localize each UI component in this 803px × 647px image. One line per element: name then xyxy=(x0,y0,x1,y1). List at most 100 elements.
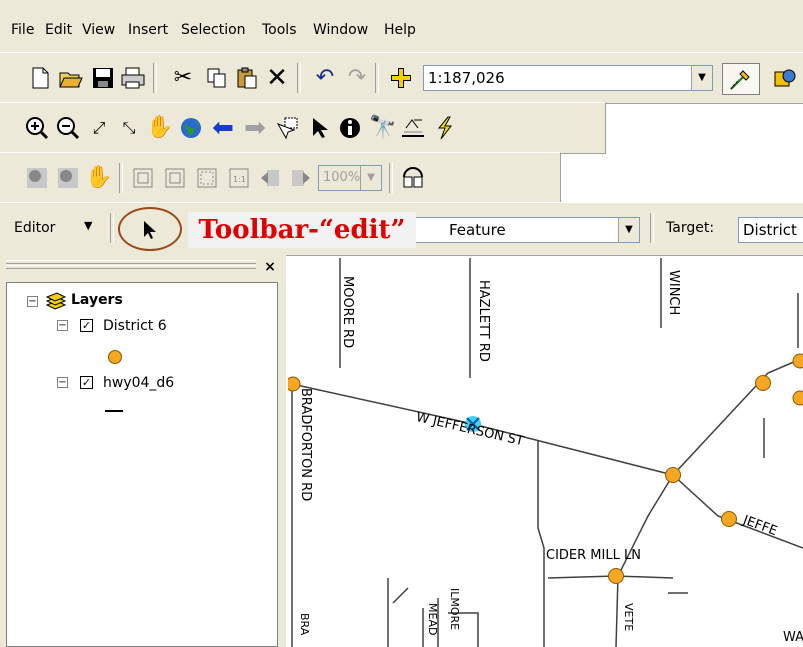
layers-root-label[interactable]: Layers xyxy=(71,292,123,308)
road-label: ILMORE xyxy=(448,588,461,631)
redo-icon[interactable]: ↷ xyxy=(344,65,370,91)
chevron-down-icon[interactable]: ▼ xyxy=(84,219,92,232)
menu-window[interactable]: Window xyxy=(313,22,368,38)
print-icon[interactable] xyxy=(120,65,146,91)
svg-text:1:1: 1:1 xyxy=(233,175,246,184)
map-view[interactable]: MOORE RD HAZLETT RD WINCH W JEFFERSON ST… xyxy=(288,258,803,647)
pan-icon[interactable]: ✋ xyxy=(146,115,173,141)
paste-icon[interactable] xyxy=(234,65,260,91)
road-label: BRA xyxy=(298,613,311,636)
target-combo[interactable]: District xyxy=(738,217,803,243)
task-value: Feature xyxy=(449,221,506,239)
toggle-draft-mode-icon[interactable] xyxy=(400,165,426,191)
map-canvas[interactable] xyxy=(288,258,803,647)
save-icon[interactable] xyxy=(90,65,116,91)
map-scale-value: 1:187,026 xyxy=(428,69,505,87)
open-icon[interactable] xyxy=(58,65,84,91)
zoom-out-page-icon[interactable] xyxy=(55,165,81,191)
forward-icon[interactable]: ➡ xyxy=(242,115,268,141)
toolbar-separator xyxy=(389,163,393,193)
chevron-down-icon[interactable]: ▼ xyxy=(360,166,381,190)
chevron-down-icon[interactable]: ▼ xyxy=(618,218,639,242)
toc-title-bar: × xyxy=(0,254,286,280)
cut-icon[interactable]: ✂ xyxy=(170,65,196,91)
fixed-zoom-in-icon[interactable]: ⤢ xyxy=(86,115,112,141)
zoom-percent-combo[interactable]: 100% ▼ xyxy=(318,165,382,191)
toc-grip[interactable] xyxy=(6,260,256,264)
arccatalog-icon[interactable] xyxy=(772,65,798,91)
road-label: WA xyxy=(783,630,803,645)
menu-bar: File Edit View Insert Selection Tools Wi… xyxy=(0,0,803,52)
layer-visibility-checkbox[interactable]: ✓ xyxy=(80,376,93,389)
zoom-100-icon[interactable]: 1:1 xyxy=(226,165,252,191)
road-label: HAZLETT RD xyxy=(476,280,491,362)
fixed-zoom-in-page-icon[interactable] xyxy=(130,165,156,191)
fixed-zoom-out-icon[interactable]: ⤡ xyxy=(116,115,142,141)
toolbar-separator xyxy=(110,213,114,243)
toolbar-separator xyxy=(297,63,301,93)
map-scale-combo[interactable]: 1:187,026 ▼ xyxy=(423,65,713,91)
add-data-icon[interactable] xyxy=(388,65,414,91)
toolbar-separator xyxy=(650,213,654,243)
menu-edit[interactable]: Edit xyxy=(45,22,72,38)
chevron-down-icon[interactable]: ▼ xyxy=(691,66,712,90)
standard-toolbar: ✂ ✕ ↶ ↷ 1:187,026 ▼ xyxy=(0,52,803,104)
target-label: Target: xyxy=(666,220,715,236)
zoom-percent-value: 100% xyxy=(323,170,361,185)
layers-icon xyxy=(45,291,67,315)
fixed-zoom-out-page-icon[interactable] xyxy=(162,165,188,191)
task-combo[interactable]: Feature ▼ xyxy=(400,217,640,243)
menu-help[interactable]: Help xyxy=(384,22,416,38)
toolbar-separator xyxy=(375,63,379,93)
toc-grip xyxy=(6,265,256,269)
road-lines xyxy=(291,258,803,647)
measure-icon[interactable] xyxy=(400,115,426,141)
layer-name-hwy04[interactable]: hwy04_d6 xyxy=(103,375,174,391)
back-icon[interactable]: ⬅ xyxy=(210,115,236,141)
collapse-icon[interactable]: − xyxy=(27,296,38,307)
hyperlink-icon[interactable] xyxy=(432,115,458,141)
road-label: MOORE RD xyxy=(340,276,355,349)
layer-name-district6[interactable]: District 6 xyxy=(103,318,167,334)
layout-toolbar: ✋ 1:1 100% ▼ xyxy=(0,152,561,204)
select-elements-icon[interactable] xyxy=(307,115,333,141)
collapse-icon[interactable]: − xyxy=(57,377,68,388)
menu-file[interactable]: File xyxy=(11,22,34,38)
zoom-out-icon[interactable] xyxy=(55,115,81,141)
road-label: BRADFORTON RD xyxy=(298,388,313,502)
road-label: CIDER MILL LN xyxy=(546,548,641,563)
zoom-in-page-icon[interactable] xyxy=(24,165,50,191)
new-icon[interactable] xyxy=(27,65,53,91)
target-value: District xyxy=(743,221,797,239)
menu-selection[interactable]: Selection xyxy=(181,22,246,38)
road-label: VETE xyxy=(622,603,635,632)
edit-tool-highlight-circle xyxy=(118,207,182,251)
pan-page-icon[interactable]: ✋ xyxy=(85,165,112,191)
previous-extent-page-icon[interactable] xyxy=(257,165,283,191)
layer-visibility-checkbox[interactable]: ✓ xyxy=(80,319,93,332)
point-symbol-icon[interactable] xyxy=(108,350,122,364)
undo-icon[interactable]: ↶ xyxy=(312,65,338,91)
editor-menu-label[interactable]: Editor xyxy=(14,220,55,236)
close-icon[interactable]: × xyxy=(262,260,278,275)
annotation-callout: Toolbar-“edit” xyxy=(188,212,416,248)
find-icon[interactable]: 🔭 xyxy=(369,115,396,141)
toolbar-separator xyxy=(153,63,157,93)
toolbar-separator xyxy=(119,163,123,193)
copy-icon[interactable] xyxy=(204,65,230,91)
menu-view[interactable]: View xyxy=(82,22,115,38)
select-features-icon[interactable] xyxy=(275,115,301,141)
menu-insert[interactable]: Insert xyxy=(128,22,168,38)
editor-toolbar-icon[interactable] xyxy=(722,63,760,95)
line-symbol-icon[interactable] xyxy=(105,410,123,412)
full-extent-icon[interactable] xyxy=(178,115,204,141)
toc-layer-list: − Layers − ✓ District 6 − ✓ hwy04_d6 xyxy=(6,282,278,647)
road-label: WINCH xyxy=(666,270,681,316)
identify-icon[interactable] xyxy=(337,115,363,141)
next-extent-page-icon[interactable] xyxy=(288,165,314,191)
zoom-whole-page-icon[interactable] xyxy=(194,165,220,191)
menu-tools[interactable]: Tools xyxy=(262,22,297,38)
zoom-in-icon[interactable] xyxy=(24,115,50,141)
collapse-icon[interactable]: − xyxy=(57,320,68,331)
delete-icon[interactable]: ✕ xyxy=(264,65,290,91)
